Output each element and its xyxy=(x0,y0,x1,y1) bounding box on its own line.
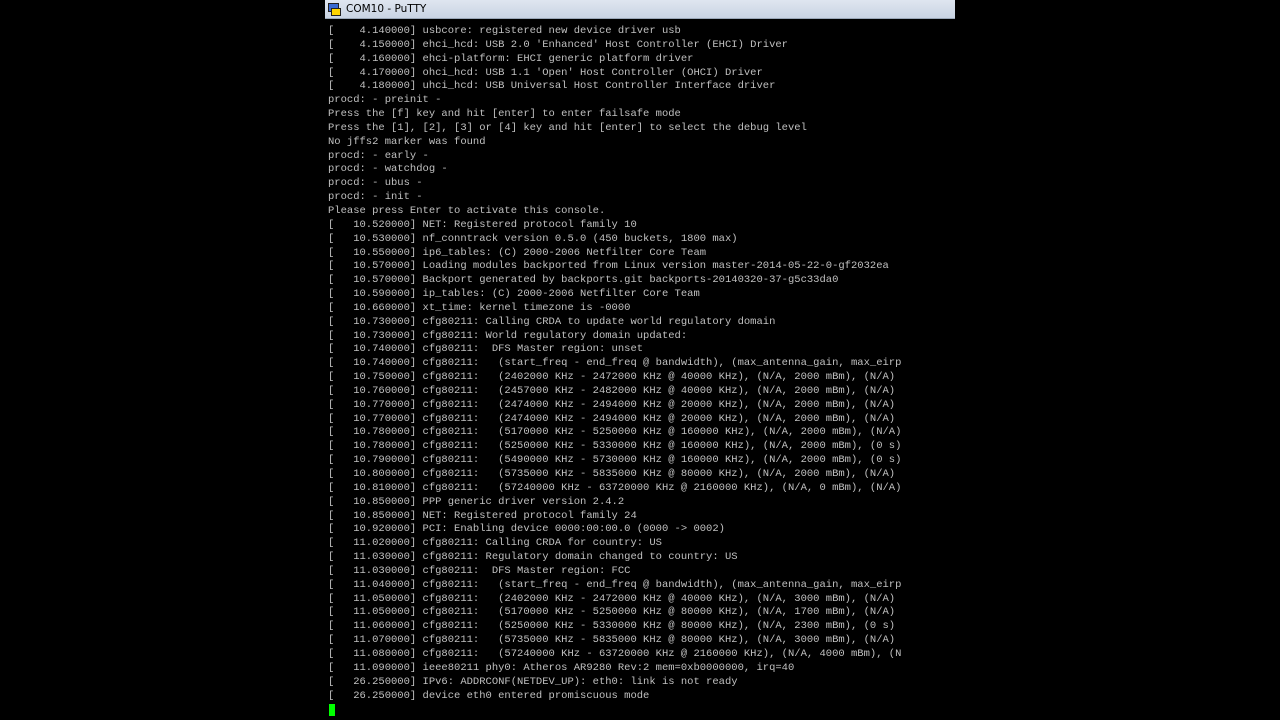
terminal-line: procd: - preinit - xyxy=(328,94,442,107)
terminal-line: procd: - ubus - xyxy=(328,177,423,190)
terminal-line: [ 11.040000] cfg80211: (start_freq - end… xyxy=(328,578,902,591)
terminal-line: [ 10.730000] cfg80211: World regulatory … xyxy=(328,329,688,342)
terminal-line: [ 4.180000] uhci_hcd: USB Universal Host… xyxy=(328,80,776,93)
terminal-line: [ 10.570000] Loading modules backported … xyxy=(328,260,889,273)
terminal-line: [ 10.590000] ip_tables: (C) 2000-2006 Ne… xyxy=(328,288,700,301)
terminal-line: [ 10.810000] cfg80211: (57240000 KHz - 6… xyxy=(328,481,902,494)
terminal-line: [ 11.050000] cfg80211: (2402000 KHz - 24… xyxy=(328,592,896,605)
terminal-line: [ 11.030000] cfg80211: DFS Master region… xyxy=(328,564,631,577)
terminal-line: [ 11.080000] cfg80211: (57240000 KHz - 6… xyxy=(328,647,902,660)
terminal-line: [ 10.850000] PPP generic driver version … xyxy=(328,495,625,508)
terminal-line: [ 11.060000] cfg80211: (5250000 KHz - 53… xyxy=(328,620,896,633)
terminal-line: [ 26.250000] device eth0 entered promisc… xyxy=(328,689,650,702)
terminal-line: Please press Enter to activate this cons… xyxy=(328,204,606,217)
terminal-line: [ 10.520000] NET: Registered protocol fa… xyxy=(328,218,637,231)
terminal-line: [ 10.920000] PCI: Enabling device 0000:0… xyxy=(328,523,725,536)
window-title: COM10 - PuTTY xyxy=(346,3,427,15)
terminal-line: [ 10.770000] cfg80211: (2474000 KHz - 24… xyxy=(328,412,896,425)
terminal-line: [ 11.020000] cfg80211: Calling CRDA for … xyxy=(328,537,662,550)
terminal-line: [ 10.740000] cfg80211: DFS Master region… xyxy=(328,343,644,356)
terminal-line: [ 10.570000] Backport generated by backp… xyxy=(328,274,839,287)
text-cursor xyxy=(329,704,335,717)
terminal-line: procd: - init - xyxy=(328,191,423,204)
putty-icon[interactable] xyxy=(328,2,341,16)
terminal-line: [ 10.530000] nf_conntrack version 0.5.0 … xyxy=(328,232,738,245)
terminal-line: Press the [f] key and hit [enter] to ent… xyxy=(328,108,681,121)
terminal-line: [ 10.780000] cfg80211: (5250000 KHz - 53… xyxy=(328,440,902,453)
terminal-line: [ 10.790000] cfg80211: (5490000 KHz - 57… xyxy=(328,454,902,467)
terminal-prompt-line xyxy=(328,703,955,717)
terminal-line: [ 10.760000] cfg80211: (2457000 KHz - 24… xyxy=(328,384,896,397)
terminal-line: procd: - watchdog - xyxy=(328,163,448,176)
terminal-line: procd: - early - xyxy=(328,149,429,162)
terminal-line: [ 4.150000] ehci_hcd: USB 2.0 'Enhanced'… xyxy=(328,38,788,51)
putty-window: COM10 - PuTTY [ 4.140000] usbcore: regis… xyxy=(325,0,955,720)
title-bar[interactable]: COM10 - PuTTY xyxy=(325,0,955,19)
terminal-line: [ 10.770000] cfg80211: (2474000 KHz - 24… xyxy=(328,398,896,411)
terminal-line: [ 11.070000] cfg80211: (5735000 KHz - 58… xyxy=(328,634,896,647)
terminal-line: [ 26.250000] IPv6: ADDRCONF(NETDEV_UP): … xyxy=(328,675,738,688)
terminal-line: [ 10.740000] cfg80211: (start_freq - end… xyxy=(328,357,902,370)
terminal-line: [ 10.730000] cfg80211: Calling CRDA to u… xyxy=(328,315,776,328)
terminal-line: [ 10.550000] ip6_tables: (C) 2000-2006 N… xyxy=(328,246,707,259)
terminal-output[interactable]: [ 4.140000] usbcore: registered new devi… xyxy=(328,25,955,720)
terminal-line: [ 10.800000] cfg80211: (5735000 KHz - 58… xyxy=(328,468,896,480)
terminal-line: [ 4.140000] usbcore: registered new devi… xyxy=(328,25,681,37)
terminal-line: [ 4.160000] ehci-platform: EHCI generic … xyxy=(328,52,694,65)
terminal-line: [ 11.090000] ieee80211 phy0: Atheros AR9… xyxy=(328,661,795,674)
terminal-line: [ 11.050000] cfg80211: (5170000 KHz - 52… xyxy=(328,606,896,619)
terminal-line: No jffs2 marker was found xyxy=(328,135,486,148)
terminal-line: [ 10.850000] NET: Registered protocol fa… xyxy=(328,509,637,522)
terminal-line: [ 10.660000] xt_time: kernel timezone is… xyxy=(328,301,631,314)
terminal-line: [ 10.750000] cfg80211: (2402000 KHz - 24… xyxy=(328,371,896,384)
terminal-line: [ 4.170000] ohci_hcd: USB 1.1 'Open' Hos… xyxy=(328,66,763,79)
terminal-line: [ 11.030000] cfg80211: Regulatory domain… xyxy=(328,551,738,564)
terminal-line: Press the [1], [2], [3] or [4] key and h… xyxy=(328,121,807,134)
terminal-line: [ 10.780000] cfg80211: (5170000 KHz - 52… xyxy=(328,426,902,439)
